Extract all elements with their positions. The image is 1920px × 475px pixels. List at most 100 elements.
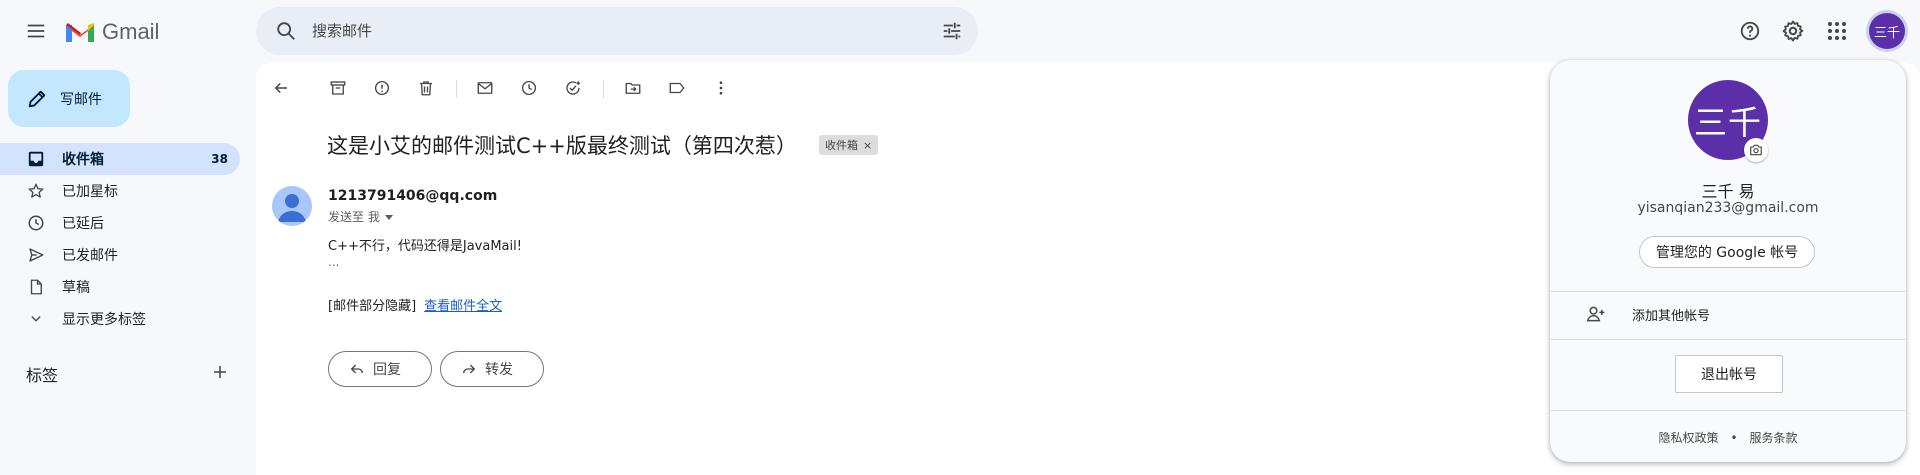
sidebar-item-starred[interactable]: 已加星标 bbox=[0, 175, 240, 207]
arrow-back-icon bbox=[274, 82, 287, 94]
trimmed-content-toggle[interactable]: ... bbox=[328, 255, 339, 269]
account-email: yisanqian233@gmail.com bbox=[1637, 200, 1819, 216]
sidebar-item-more[interactable]: 显示更多标签 bbox=[0, 303, 240, 335]
change-photo-button[interactable] bbox=[1744, 138, 1768, 162]
plus-icon bbox=[214, 366, 226, 378]
sign-out-button[interactable]: 退出帐号 bbox=[1675, 355, 1783, 393]
mark-unread-button[interactable] bbox=[467, 70, 503, 106]
forward-button[interactable]: 转发 bbox=[440, 351, 544, 387]
email-subject: 这是小艾的邮件测试C++版最终测试（第四次惹） bbox=[327, 134, 797, 158]
sidebar-item-snoozed[interactable]: 已延后 bbox=[0, 207, 240, 239]
label-icon bbox=[669, 82, 685, 94]
create-label-button[interactable] bbox=[202, 354, 238, 390]
sidebar-item-label: 收件箱 bbox=[62, 152, 104, 168]
help-button[interactable] bbox=[1730, 11, 1770, 51]
sidebar-item-label: 草稿 bbox=[62, 280, 90, 296]
search-bar[interactable] bbox=[256, 7, 978, 55]
email-body: C++不行，代码还得是JavaMail! bbox=[328, 239, 522, 254]
add-account-button[interactable]: 添加其他帐号 bbox=[1550, 292, 1906, 336]
remove-label-icon[interactable]: × bbox=[863, 139, 872, 152]
compose-label: 写邮件 bbox=[60, 91, 102, 108]
folder-move-icon bbox=[625, 82, 641, 94]
trash-icon bbox=[420, 81, 432, 96]
archive-icon bbox=[330, 81, 346, 95]
person-add-icon bbox=[1586, 306, 1605, 322]
unread-count: 38 bbox=[211, 152, 228, 166]
person-icon bbox=[278, 194, 306, 222]
search-input[interactable] bbox=[312, 7, 872, 55]
search-options-button[interactable] bbox=[932, 11, 972, 51]
snooze-button[interactable] bbox=[511, 70, 547, 106]
chevron-down-icon bbox=[26, 309, 46, 329]
star-icon bbox=[26, 181, 46, 201]
forward-icon bbox=[463, 364, 476, 374]
account-menu: 三千 三千 易 yisanqian233@gmail.com 管理您的 Goog… bbox=[1550, 60, 1906, 462]
add-to-tasks-button[interactable] bbox=[555, 70, 591, 106]
move-to-button[interactable] bbox=[615, 70, 651, 106]
gmail-logo[interactable]: Gmail bbox=[64, 16, 159, 48]
sidebar-item-label: 显示更多标签 bbox=[62, 312, 146, 328]
labels-button[interactable] bbox=[659, 70, 695, 106]
apps-grid-icon bbox=[1828, 22, 1846, 40]
camera-icon bbox=[1750, 144, 1762, 156]
search-icon bbox=[277, 22, 295, 40]
tune-icon bbox=[943, 22, 961, 40]
labels-heading: 标签 bbox=[26, 366, 59, 385]
clipped-text: [邮件部分隐藏] bbox=[328, 299, 417, 314]
inbox-label-chip[interactable]: 收件箱 × bbox=[819, 135, 879, 155]
account-name: 三千 易 bbox=[1701, 182, 1755, 201]
more-options-button[interactable] bbox=[703, 70, 739, 106]
sender-email[interactable]: 1213791406@qq.com bbox=[328, 188, 497, 204]
help-icon bbox=[1740, 21, 1760, 41]
archive-button[interactable] bbox=[320, 70, 356, 106]
sidebar-item-label: 已发邮件 bbox=[62, 248, 118, 264]
inbox-icon bbox=[26, 149, 46, 169]
footer-separator: • bbox=[1730, 430, 1738, 445]
sidebar-item-drafts[interactable]: 草稿 bbox=[0, 271, 240, 303]
clock-icon bbox=[26, 213, 46, 233]
recipient-details[interactable]: 发送至 我 bbox=[328, 208, 394, 225]
manage-account-button[interactable]: 管理您的 Google 帐号 bbox=[1639, 236, 1815, 268]
google-apps-button[interactable] bbox=[1817, 11, 1857, 51]
sidebar-item-inbox[interactable]: 收件箱 38 bbox=[0, 143, 240, 175]
gmail-m-icon bbox=[66, 23, 94, 42]
hamburger-icon bbox=[27, 24, 45, 38]
menu-divider bbox=[1550, 410, 1906, 411]
back-button[interactable] bbox=[263, 70, 299, 106]
privacy-policy-link[interactable]: 隐私权政策 bbox=[1658, 429, 1718, 446]
sidebar-item-label: 已延后 bbox=[62, 216, 104, 232]
toolbar-divider bbox=[456, 80, 457, 98]
reply-icon bbox=[350, 364, 363, 374]
more-vert-icon bbox=[719, 81, 723, 95]
caret-down-icon bbox=[384, 214, 393, 220]
search-button[interactable] bbox=[266, 11, 306, 51]
gear-icon bbox=[1782, 20, 1804, 42]
recipient-text: 发送至 我 bbox=[328, 210, 380, 224]
delete-button[interactable] bbox=[408, 70, 444, 106]
avatar-initials: 三千 bbox=[1694, 103, 1762, 142]
reply-label: 回复 bbox=[373, 362, 401, 378]
account-avatar-button[interactable]: 三千 bbox=[1869, 13, 1905, 49]
sender-avatar bbox=[272, 186, 312, 226]
terms-of-service-link[interactable]: 服务条款 bbox=[1750, 429, 1798, 446]
toolbar-divider bbox=[603, 80, 604, 98]
send-icon bbox=[26, 245, 46, 265]
avatar-initials: 三千 bbox=[1873, 25, 1900, 41]
draft-icon bbox=[26, 277, 46, 297]
pencil-icon bbox=[28, 90, 46, 107]
mail-icon bbox=[477, 82, 493, 94]
view-entire-message-link[interactable]: 查看邮件全文 bbox=[424, 295, 502, 314]
report-spam-button[interactable] bbox=[364, 70, 400, 106]
sidebar-item-sent[interactable]: 已发邮件 bbox=[0, 239, 240, 271]
gmail-logo-text: Gmail bbox=[102, 19, 160, 44]
main-menu-button[interactable] bbox=[16, 11, 56, 51]
reply-button[interactable]: 回复 bbox=[328, 351, 432, 387]
forward-label: 转发 bbox=[485, 362, 513, 378]
settings-button[interactable] bbox=[1773, 11, 1813, 51]
report-icon bbox=[374, 80, 390, 96]
clipped-message: [邮件部分隐藏] 查看邮件全文 bbox=[328, 295, 502, 314]
account-footer: 隐私权政策 • 服务条款 bbox=[1550, 429, 1906, 446]
compose-button[interactable]: 写邮件 bbox=[8, 70, 130, 127]
add-account-label: 添加其他帐号 bbox=[1632, 308, 1711, 324]
menu-divider bbox=[1550, 339, 1906, 340]
